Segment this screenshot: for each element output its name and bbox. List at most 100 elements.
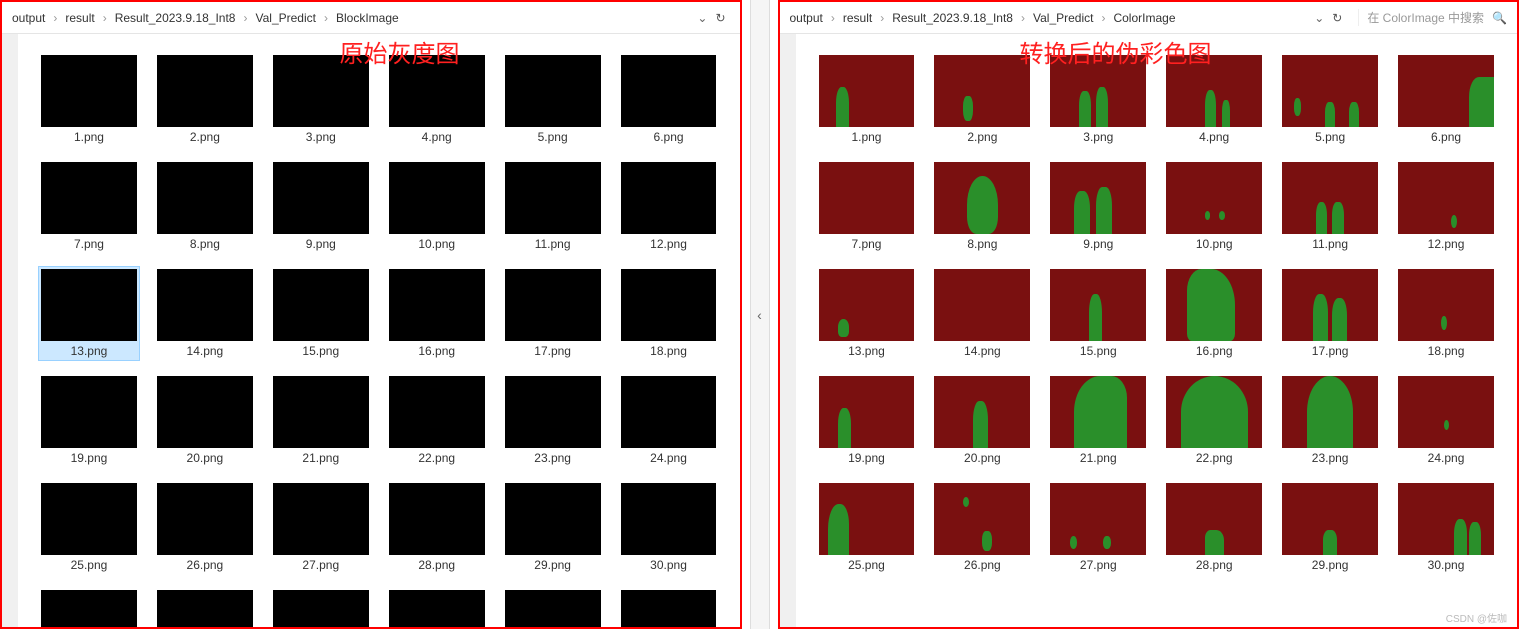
file-item[interactable]: 28.png bbox=[386, 480, 488, 575]
breadcrumb[interactable]: ColorImage bbox=[1113, 11, 1175, 25]
search-icon[interactable]: 🔍 bbox=[1492, 11, 1507, 25]
file-item[interactable]: 34.png bbox=[386, 587, 488, 627]
file-item[interactable]: 15.png bbox=[1047, 266, 1149, 361]
collapse-left-icon[interactable]: ‹ bbox=[757, 307, 762, 323]
file-item[interactable]: 21.png bbox=[1047, 373, 1149, 468]
file-item[interactable]: 31.png bbox=[38, 587, 140, 627]
file-item[interactable]: 19.png bbox=[816, 373, 918, 468]
file-item[interactable]: 13.png bbox=[816, 266, 918, 361]
chevron-down-icon[interactable]: ⌄ bbox=[697, 11, 707, 25]
thumbnail-image bbox=[273, 269, 369, 341]
file-item[interactable]: 33.png bbox=[270, 587, 372, 627]
file-item[interactable]: 6.png bbox=[1395, 52, 1497, 147]
file-item[interactable]: 6.png bbox=[618, 52, 720, 147]
file-item[interactable]: 3.png bbox=[270, 52, 372, 147]
file-item[interactable]: 10.png bbox=[1163, 159, 1265, 254]
file-item[interactable]: 29.png bbox=[502, 480, 604, 575]
file-item[interactable]: 23.png bbox=[1279, 373, 1381, 468]
breadcrumb[interactable]: result bbox=[65, 11, 94, 25]
refresh-icon[interactable]: ↻ bbox=[711, 7, 729, 29]
breadcrumb[interactable]: output bbox=[790, 11, 823, 25]
file-item[interactable]: 15.png bbox=[270, 266, 372, 361]
file-item[interactable]: 11.png bbox=[1279, 159, 1381, 254]
file-item[interactable]: 26.png bbox=[154, 480, 256, 575]
file-item[interactable]: 24.png bbox=[1395, 373, 1497, 468]
file-label: 25.png bbox=[848, 558, 885, 572]
file-item[interactable]: 16.png bbox=[386, 266, 488, 361]
file-item[interactable]: 16.png bbox=[1163, 266, 1265, 361]
file-item[interactable]: 17.png bbox=[1279, 266, 1381, 361]
file-item[interactable]: 13.png bbox=[38, 266, 140, 361]
file-item[interactable]: 27.png bbox=[270, 480, 372, 575]
file-item[interactable]: 17.png bbox=[502, 266, 604, 361]
file-label: 12.png bbox=[650, 237, 687, 251]
file-item[interactable]: 21.png bbox=[270, 373, 372, 468]
file-item[interactable]: 18.png bbox=[1395, 266, 1497, 361]
file-item[interactable]: 14.png bbox=[154, 266, 256, 361]
file-item[interactable]: 18.png bbox=[618, 266, 720, 361]
file-item[interactable]: 11.png bbox=[502, 159, 604, 254]
file-item[interactable]: 12.png bbox=[1395, 159, 1497, 254]
search-input[interactable]: 在 ColorImage 中搜索 bbox=[1358, 9, 1484, 26]
file-item[interactable]: 3.png bbox=[1047, 52, 1149, 147]
file-item[interactable]: 22.png bbox=[386, 373, 488, 468]
file-item[interactable]: 25.png bbox=[38, 480, 140, 575]
file-item[interactable]: 26.png bbox=[931, 480, 1033, 575]
file-item[interactable]: 20.png bbox=[154, 373, 256, 468]
file-item[interactable]: 2.png bbox=[931, 52, 1033, 147]
file-item[interactable]: 10.png bbox=[386, 159, 488, 254]
file-label: 4.png bbox=[422, 130, 452, 144]
refresh-icon[interactable]: ↻ bbox=[1328, 7, 1346, 29]
file-item[interactable]: 22.png bbox=[1163, 373, 1265, 468]
breadcrumb[interactable]: Result_2023.9.18_Int8 bbox=[892, 11, 1013, 25]
file-item[interactable]: 32.png bbox=[154, 587, 256, 627]
breadcrumb[interactable]: BlockImage bbox=[336, 11, 399, 25]
file-item[interactable]: 5.png bbox=[502, 52, 604, 147]
file-item[interactable]: 28.png bbox=[1163, 480, 1265, 575]
thumbnail-image bbox=[621, 162, 717, 234]
file-item[interactable]: 24.png bbox=[618, 373, 720, 468]
file-item[interactable]: 27.png bbox=[1047, 480, 1149, 575]
file-item[interactable]: 4.png bbox=[1163, 52, 1265, 147]
file-item[interactable]: 30.png bbox=[618, 480, 720, 575]
silhouette-blob bbox=[1332, 298, 1347, 341]
file-item[interactable]: 14.png bbox=[931, 266, 1033, 361]
file-item[interactable]: 8.png bbox=[154, 159, 256, 254]
breadcrumb[interactable]: Val_Predict bbox=[1033, 11, 1093, 25]
file-item[interactable]: 30.png bbox=[1395, 480, 1497, 575]
file-label: 5.png bbox=[538, 130, 568, 144]
file-item[interactable]: 25.png bbox=[816, 480, 918, 575]
thumbnail-image bbox=[1166, 483, 1262, 555]
file-item[interactable]: 36.png bbox=[618, 587, 720, 627]
file-item[interactable]: 12.png bbox=[618, 159, 720, 254]
tree-scrollbar[interactable] bbox=[780, 34, 796, 627]
thumbnail-image bbox=[41, 55, 137, 127]
thumbnail-image bbox=[621, 376, 717, 448]
tree-scrollbar[interactable] bbox=[2, 34, 18, 627]
file-item[interactable]: 19.png bbox=[38, 373, 140, 468]
file-item[interactable]: 4.png bbox=[386, 52, 488, 147]
file-item[interactable]: 20.png bbox=[931, 373, 1033, 468]
pane-divider[interactable]: ‹ bbox=[750, 0, 770, 629]
silhouette-blob bbox=[1103, 536, 1111, 549]
file-label: 8.png bbox=[190, 237, 220, 251]
thumbnail-image bbox=[389, 483, 485, 555]
breadcrumb[interactable]: output bbox=[12, 11, 45, 25]
file-item[interactable]: 1.png bbox=[816, 52, 918, 147]
file-item[interactable]: 9.png bbox=[1047, 159, 1149, 254]
file-item[interactable]: 23.png bbox=[502, 373, 604, 468]
breadcrumb[interactable]: Result_2023.9.18_Int8 bbox=[115, 11, 236, 25]
silhouette-blob bbox=[967, 176, 998, 234]
file-item[interactable]: 7.png bbox=[816, 159, 918, 254]
file-item[interactable]: 2.png bbox=[154, 52, 256, 147]
file-item[interactable]: 5.png bbox=[1279, 52, 1381, 147]
file-item[interactable]: 9.png bbox=[270, 159, 372, 254]
breadcrumb[interactable]: result bbox=[843, 11, 872, 25]
file-item[interactable]: 1.png bbox=[38, 52, 140, 147]
breadcrumb[interactable]: Val_Predict bbox=[255, 11, 315, 25]
chevron-down-icon[interactable]: ⌄ bbox=[1314, 11, 1324, 25]
file-item[interactable]: 35.png bbox=[502, 587, 604, 627]
file-item[interactable]: 8.png bbox=[931, 159, 1033, 254]
file-item[interactable]: 29.png bbox=[1279, 480, 1381, 575]
file-item[interactable]: 7.png bbox=[38, 159, 140, 254]
